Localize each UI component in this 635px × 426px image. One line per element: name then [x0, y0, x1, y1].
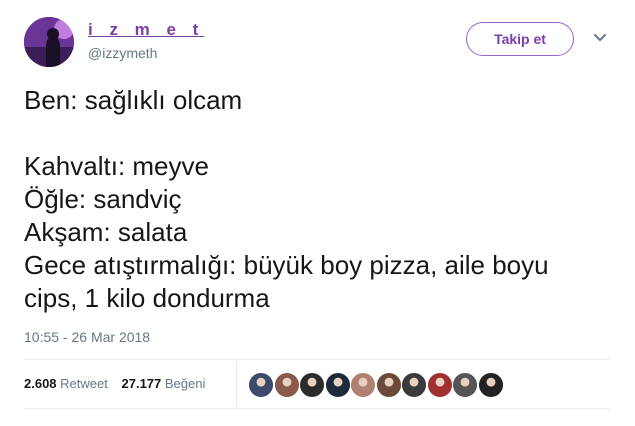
retweet-label: Retweet — [60, 376, 108, 391]
liker-avatar-2[interactable] — [273, 372, 300, 398]
divider — [24, 359, 610, 360]
stats-separator — [236, 361, 237, 407]
profile-photo-icon — [24, 17, 74, 67]
tweet-text: Ben: sağlıklı olcam Kahvaltı: meyve Öğle… — [24, 84, 614, 315]
tweet-line: cips, 1 kilo dondurma — [24, 283, 270, 313]
tweet-line: Kahvaltı: meyve — [24, 151, 209, 181]
liker-avatar-6[interactable] — [375, 372, 402, 398]
display-name[interactable]: i z m e t — [88, 20, 204, 40]
liker-avatar-10[interactable] — [477, 372, 504, 398]
tweet-line: Öğle: sandviç — [24, 184, 182, 214]
liker-avatar-9[interactable] — [452, 372, 478, 398]
tweet-timestamp[interactable]: 10:55 - 26 Mar 2018 — [24, 329, 150, 345]
tweet-line: Gece atıştırmalığı: büyük boy pizza, ail… — [24, 250, 549, 280]
liker-avatar-3[interactable] — [299, 372, 325, 398]
liker-avatar-4[interactable] — [324, 372, 351, 398]
tweet-stats: 2.608 Retweet 27.177 Beğeni — [24, 376, 215, 391]
liker-avatar-7[interactable] — [401, 372, 427, 398]
like-label: Beğeni — [164, 376, 206, 391]
liker-avatar-5[interactable] — [350, 372, 376, 398]
liker-avatar-8[interactable] — [426, 372, 453, 398]
user-handle[interactable]: @izzymeth — [88, 45, 157, 61]
tweet-line: Akşam: salata — [24, 217, 188, 247]
divider — [24, 408, 610, 409]
tweet-line: Ben: sağlıklı olcam — [24, 85, 243, 115]
retweet-count: 2.608 — [24, 376, 57, 391]
like-stat[interactable]: 27.177 Beğeni — [122, 376, 206, 391]
tweet-line — [24, 117, 614, 150]
liker-avatar-1[interactable] — [248, 372, 274, 398]
profile-avatar[interactable] — [24, 17, 74, 67]
follow-button[interactable]: Takip et — [466, 22, 574, 56]
retweet-stat[interactable]: 2.608 Retweet — [24, 376, 108, 391]
like-count: 27.177 — [121, 376, 162, 391]
chevron-down-icon[interactable] — [593, 33, 607, 43]
